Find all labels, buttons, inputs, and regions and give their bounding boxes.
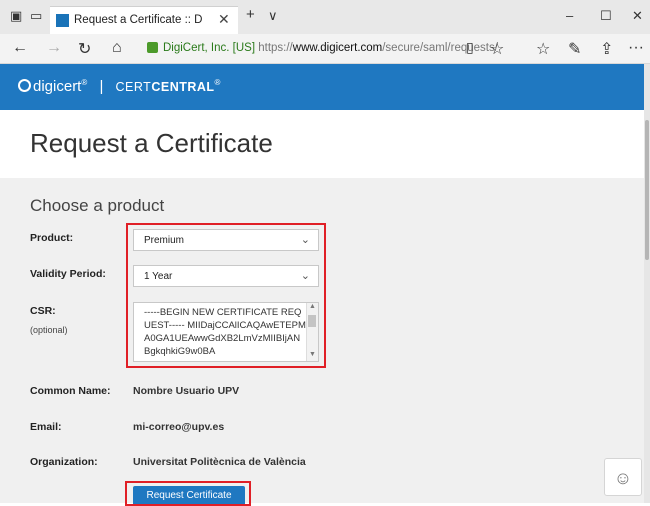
common-name-label: Common Name: <box>30 385 111 397</box>
home-icon[interactable]: ⌂ <box>112 39 122 57</box>
tab-set-aside-icon[interactable]: ▣ <box>10 8 22 24</box>
organization-value: Universitat Politècnica de València <box>133 456 306 468</box>
form-content: Choose a product Product: Premium ⌄ Vali… <box>0 178 644 506</box>
page-scroll-thumb[interactable] <box>645 120 649 260</box>
new-tab-icon[interactable]: + <box>246 6 255 23</box>
csr-label: CSR: <box>30 305 56 317</box>
csr-optional-label: (optional) <box>30 325 68 335</box>
refresh-icon[interactable]: ↻ <box>78 39 91 59</box>
url-protocol: https:// <box>258 42 293 54</box>
url-path: /secure/saml/requests/ <box>382 42 498 54</box>
url-host: www.digicert.com <box>292 42 383 54</box>
reading-view-icon[interactable]: ▯ <box>466 39 474 56</box>
window-close-icon[interactable]: ✕ <box>632 8 643 24</box>
brand-registered: ® <box>81 78 88 87</box>
tab-close-icon[interactable]: ✕ <box>218 11 230 28</box>
favorites-hub-icon[interactable]: ☆ <box>536 39 550 59</box>
page-title: Request a Certificate <box>30 128 273 158</box>
active-tab[interactable]: Request a Certificate :: D ✕ <box>50 6 238 34</box>
url-field[interactable]: DigiCert, Inc. [US] https://www.digicert… <box>163 42 498 54</box>
highlight-box-selection <box>126 223 326 368</box>
header-separator: | <box>99 78 104 95</box>
organization-label: Organization: <box>30 456 98 468</box>
lock-icon <box>147 42 158 53</box>
tab-title: Request a Certificate :: D <box>74 14 203 26</box>
certcentral-bold: CENTRAL <box>151 80 215 94</box>
brand-name: digicert <box>33 78 82 95</box>
smiley-icon: ☺ <box>613 468 633 488</box>
digicert-logo[interactable]: digicert® | CERTCENTRAL® <box>18 78 220 95</box>
validity-label: Validity Period: <box>30 268 106 280</box>
more-menu-icon[interactable]: ··· <box>628 39 644 57</box>
feedback-smiley-button[interactable]: ☺ <box>604 458 642 496</box>
highlight-box-button <box>125 481 251 506</box>
certcentral-light: CERT <box>115 80 152 94</box>
digicert-favicon-icon <box>56 14 69 27</box>
forward-icon[interactable]: → <box>46 39 62 57</box>
product-registered: ® <box>214 78 221 87</box>
back-icon[interactable]: ← <box>12 39 28 57</box>
maximize-icon[interactable]: ☐ <box>600 8 612 24</box>
address-bar: ← → ↻ ⌂ DigiCert, Inc. [US] https://www.… <box>0 34 650 64</box>
web-note-pen-icon[interactable]: ✎ <box>568 39 581 59</box>
email-label: Email: <box>30 421 62 433</box>
site-header: digicert® | CERTCENTRAL® <box>0 64 644 110</box>
digicert-logo-mark-icon <box>18 79 31 92</box>
common-name-value: Nombre Usuario UPV <box>133 385 240 397</box>
title-area: Request a Certificate <box>0 110 644 178</box>
browser-tab-bar: ▣ ▭ Request a Certificate :: D ✕ + ∨ – ☐… <box>0 0 650 34</box>
share-icon[interactable]: ⇪ <box>600 39 613 59</box>
url-org: DigiCert, Inc. [US] <box>163 42 256 54</box>
tab-preview-icon[interactable]: ▭ <box>30 8 42 24</box>
tab-menu-chevron-icon[interactable]: ∨ <box>268 8 278 24</box>
product-label: Product: <box>30 232 74 244</box>
email-value: mi-correo@upv.es <box>133 421 225 433</box>
minimize-icon[interactable]: – <box>566 8 573 23</box>
section-title: Choose a product <box>30 196 165 215</box>
favorite-star-icon[interactable]: ☆ <box>490 39 504 59</box>
